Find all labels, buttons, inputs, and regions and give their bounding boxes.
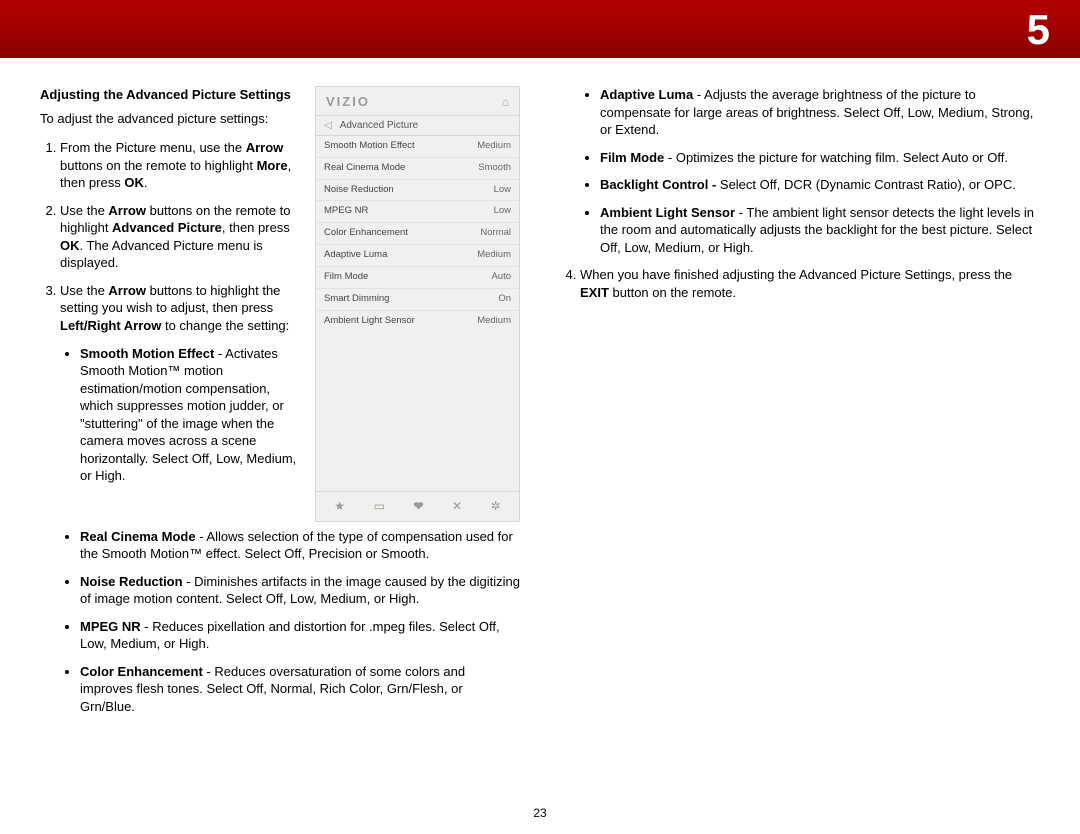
tv-footer-icons: ★ ▭ ❤ ✕ ✲ bbox=[316, 491, 519, 520]
tv-row: Smooth Motion EffectMedium bbox=[316, 136, 519, 158]
bullet: Real Cinema Mode - Allows selection of t… bbox=[80, 528, 520, 563]
gear-icon: ✲ bbox=[491, 498, 501, 514]
home-icon: ⌂ bbox=[502, 94, 509, 110]
tv-row: MPEG NRLow bbox=[316, 201, 519, 223]
page-content: VIZIO ⌂ ◁ Advanced Picture Smooth Motion… bbox=[0, 58, 1080, 725]
star-icon: ★ bbox=[334, 498, 345, 514]
chapter-number: 5 bbox=[1027, 6, 1050, 54]
bullet: MPEG NR - Reduces pixellation and distor… bbox=[80, 618, 520, 653]
tv-row: Real Cinema ModeSmooth bbox=[316, 158, 519, 180]
tv-row: Adaptive LumaMedium bbox=[316, 245, 519, 267]
bullet: Film Mode - Optimizes the picture for wa… bbox=[600, 149, 1040, 167]
header-bar: 5 bbox=[0, 0, 1080, 58]
tv-row: Ambient Light SensorMedium bbox=[316, 311, 519, 332]
chevron-down-icon: ❤ bbox=[413, 498, 423, 514]
bullet: Color Enhancement - Reduces oversaturati… bbox=[80, 663, 520, 716]
bullet: Ambient Light Sensor - The ambient light… bbox=[600, 204, 1040, 257]
step: When you have finished adjusting the Adv… bbox=[580, 266, 1040, 301]
tv-row: Film ModeAuto bbox=[316, 267, 519, 289]
vizio-logo: VIZIO bbox=[326, 93, 370, 111]
bullet: Noise Reduction - Diminishes artifacts i… bbox=[80, 573, 520, 608]
right-column: Adaptive Luma - Adjusts the average brig… bbox=[560, 86, 1040, 725]
steps-list-right: When you have finished adjusting the Adv… bbox=[560, 266, 1040, 301]
page-number: 23 bbox=[533, 806, 546, 820]
bullet: Adaptive Luma - Adjusts the average brig… bbox=[600, 86, 1040, 139]
tv-row: Smart DimmingOn bbox=[316, 289, 519, 311]
rectangle-icon: ▭ bbox=[374, 498, 385, 514]
bullets-list-right: Adaptive Luma - Adjusts the average brig… bbox=[560, 86, 1040, 256]
tv-row: Color EnhancementNormal bbox=[316, 223, 519, 245]
tv-menu-figure: VIZIO ⌂ ◁ Advanced Picture Smooth Motion… bbox=[315, 86, 520, 522]
close-icon: ✕ bbox=[452, 498, 462, 514]
bullet: Backlight Control - Select Off, DCR (Dyn… bbox=[600, 176, 1040, 194]
tv-row: Noise ReductionLow bbox=[316, 180, 519, 202]
tv-menu-rows: Smooth Motion EffectMedium Real Cinema M… bbox=[316, 136, 519, 331]
back-arrow-icon: ◁ bbox=[324, 119, 332, 133]
bullets-list-cont: Real Cinema Mode - Allows selection of t… bbox=[40, 528, 520, 716]
left-column: VIZIO ⌂ ◁ Advanced Picture Smooth Motion… bbox=[40, 86, 520, 725]
tv-menu-title: Advanced Picture bbox=[340, 119, 418, 133]
